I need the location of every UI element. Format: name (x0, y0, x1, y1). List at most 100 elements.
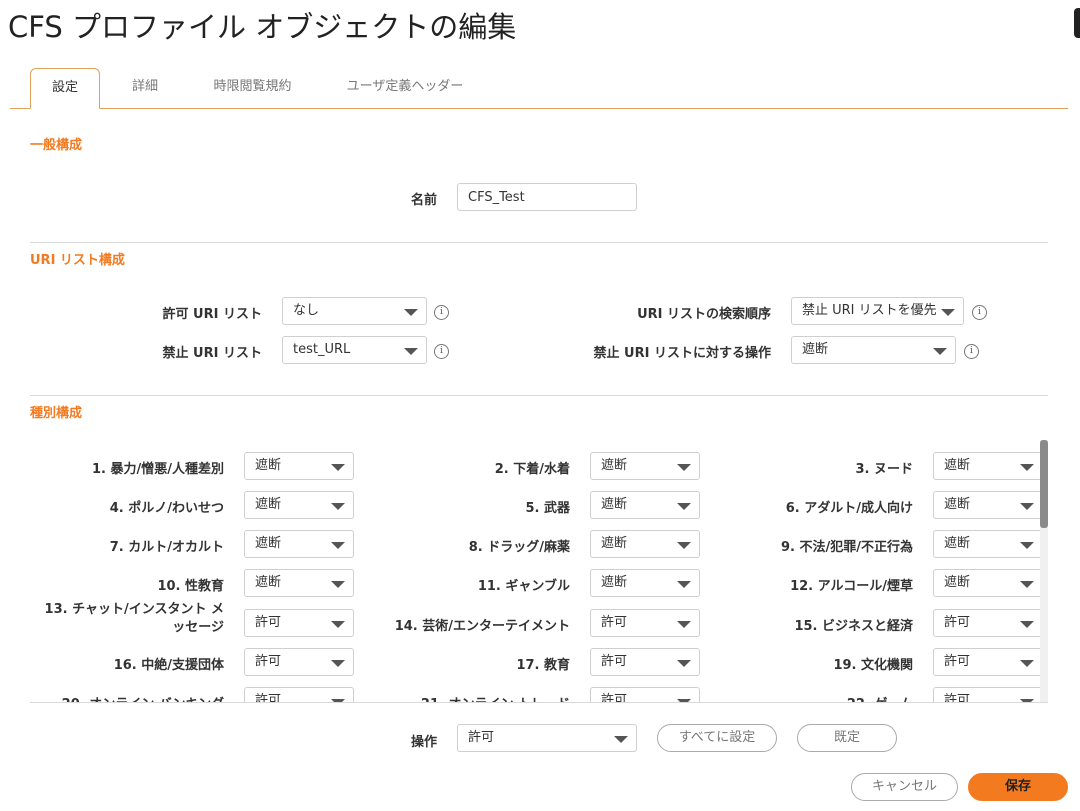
category-action-value: 許可 (944, 693, 971, 702)
chevron-down-icon (677, 660, 691, 667)
tab-timed-browsing[interactable]: 時限閲覧規約 (190, 68, 315, 107)
bulk-action-value: 許可 (468, 730, 495, 745)
chevron-down-icon (933, 348, 947, 355)
category-label: 6. アダルト/成人向け (785, 501, 913, 516)
category-action-select[interactable]: 許可 (244, 648, 354, 676)
category-action-select[interactable]: 遮断 (933, 569, 1043, 597)
category-action-value: 遮断 (944, 575, 971, 590)
category-action-select[interactable]: 許可 (244, 687, 354, 702)
category-action-select[interactable]: 遮断 (244, 569, 354, 597)
category-action-select[interactable]: 許可 (933, 609, 1043, 637)
category-action-value: 遮断 (601, 575, 628, 590)
divider (30, 702, 1048, 703)
scrollbar-thumb[interactable] (1040, 440, 1048, 528)
category-action-select[interactable]: 許可 (590, 687, 700, 702)
info-icon[interactable]: i (434, 305, 449, 320)
category-label: 4. ポルノ/わいせつ (109, 501, 224, 516)
info-icon[interactable]: i (972, 305, 987, 320)
bulk-action-label: 操作 (410, 735, 437, 750)
category-action-value: 遮断 (601, 536, 628, 551)
category-action-select[interactable]: 遮断 (590, 569, 700, 597)
save-button[interactable]: 保存 (968, 773, 1068, 801)
chevron-down-icon (1020, 503, 1034, 510)
set-all-button[interactable]: すべてに設定 (657, 724, 777, 752)
category-label: 1. 暴力/憎悪/人種差別 (91, 462, 224, 477)
category-action-value: 許可 (255, 693, 282, 702)
category-action-select[interactable]: 許可 (590, 648, 700, 676)
category-action-select[interactable]: 遮断 (590, 452, 700, 480)
cancel-button[interactable]: キャンセル (851, 773, 958, 801)
category-action-value: 許可 (255, 615, 282, 630)
allow-uri-label: 許可 URI リスト (162, 307, 262, 322)
chevron-down-icon (677, 542, 691, 549)
chevron-down-icon (941, 309, 955, 316)
category-action-value: 遮断 (601, 458, 628, 473)
block-action-value: 遮断 (802, 342, 829, 357)
chevron-down-icon (1020, 464, 1034, 471)
search-order-select[interactable]: 禁止 URI リストを優先 (791, 297, 964, 325)
category-label: 22. ゲーム (723, 693, 913, 702)
page-title: CFS プロファイル オブジェクトの編集 (8, 10, 517, 44)
chevron-down-icon (331, 581, 345, 588)
chevron-down-icon (404, 309, 418, 316)
category-action-value: 遮断 (255, 458, 282, 473)
category-action-select[interactable]: 許可 (244, 609, 354, 637)
category-label: 11. ギャンブル (477, 579, 570, 594)
block-uri-select[interactable]: test_URL (282, 336, 427, 364)
chevron-down-icon (677, 581, 691, 588)
category-action-select[interactable]: 遮断 (244, 452, 354, 480)
category-action-value: 許可 (255, 654, 282, 669)
category-action-value: 遮断 (944, 458, 971, 473)
tab-custom-header[interactable]: ユーザ定義ヘッダー (330, 68, 480, 107)
category-action-value: 遮断 (601, 497, 628, 512)
category-action-select[interactable]: 遮断 (933, 491, 1043, 519)
category-action-value: 許可 (944, 654, 971, 669)
category-label: 16. 中絶/支援団体 (113, 658, 224, 673)
search-order-value: 禁止 URI リストを優先 (802, 303, 937, 318)
chevron-down-icon (404, 348, 418, 355)
info-icon[interactable]: i (964, 344, 979, 359)
section-title-categories: 種別構成 (30, 406, 83, 421)
category-label: 14. 芸術/エンターテイメント (394, 619, 570, 634)
category-action-value: 許可 (601, 654, 628, 669)
category-label: 17. 教育 (516, 658, 570, 673)
default-button[interactable]: 既定 (797, 724, 897, 752)
block-action-label: 禁止 URI リストに対する操作 (593, 346, 771, 361)
category-list: 1. 暴力/憎悪/人種差別 遮断 2. 下着/水着 遮断 3. ヌード 遮断 4. ポルノ/… (30, 440, 1048, 702)
category-action-select[interactable]: 遮断 (590, 530, 700, 558)
tab-settings[interactable]: 設定 (30, 68, 100, 109)
divider (30, 242, 1048, 243)
chevron-down-icon (331, 503, 345, 510)
block-action-select[interactable]: 遮断 (791, 336, 956, 364)
category-action-select[interactable]: 遮断 (244, 491, 354, 519)
search-order-label: URI リストの検索順序 (637, 307, 771, 322)
chevron-down-icon (331, 621, 345, 628)
section-title-general: 一般構成 (30, 138, 83, 153)
category-action-value: 許可 (944, 615, 971, 630)
category-action-select[interactable]: 遮断 (933, 452, 1043, 480)
category-action-value: 遮断 (255, 575, 282, 590)
name-input[interactable] (457, 183, 637, 211)
category-action-select[interactable]: 許可 (933, 648, 1043, 676)
info-icon[interactable]: i (434, 344, 449, 359)
chevron-down-icon (677, 464, 691, 471)
category-label: 3. ヌード (855, 462, 913, 477)
category-action-select[interactable]: 許可 (933, 687, 1043, 702)
category-action-value: 遮断 (944, 497, 971, 512)
scrollbar[interactable] (1040, 440, 1048, 702)
category-action-value: 遮断 (255, 497, 282, 512)
category-action-value: 遮断 (944, 536, 971, 551)
category-action-select[interactable]: 許可 (590, 609, 700, 637)
category-label: 10. 性教育 (157, 579, 224, 594)
allow-uri-select[interactable]: なし (282, 297, 427, 325)
tab-details[interactable]: 詳細 (110, 68, 180, 107)
category-action-value: 遮断 (255, 536, 282, 551)
bulk-action-select[interactable]: 許可 (457, 724, 637, 752)
category-label: 20. オンライン バンキング (34, 693, 224, 702)
category-action-select[interactable]: 遮断 (933, 530, 1043, 558)
category-action-select[interactable]: 遮断 (590, 491, 700, 519)
divider (30, 395, 1048, 396)
tab-bar: 設定 詳細 時限閲覧規約 ユーザ定義ヘッダー (10, 68, 1068, 109)
chevron-down-icon (1020, 542, 1034, 549)
category-action-select[interactable]: 遮断 (244, 530, 354, 558)
